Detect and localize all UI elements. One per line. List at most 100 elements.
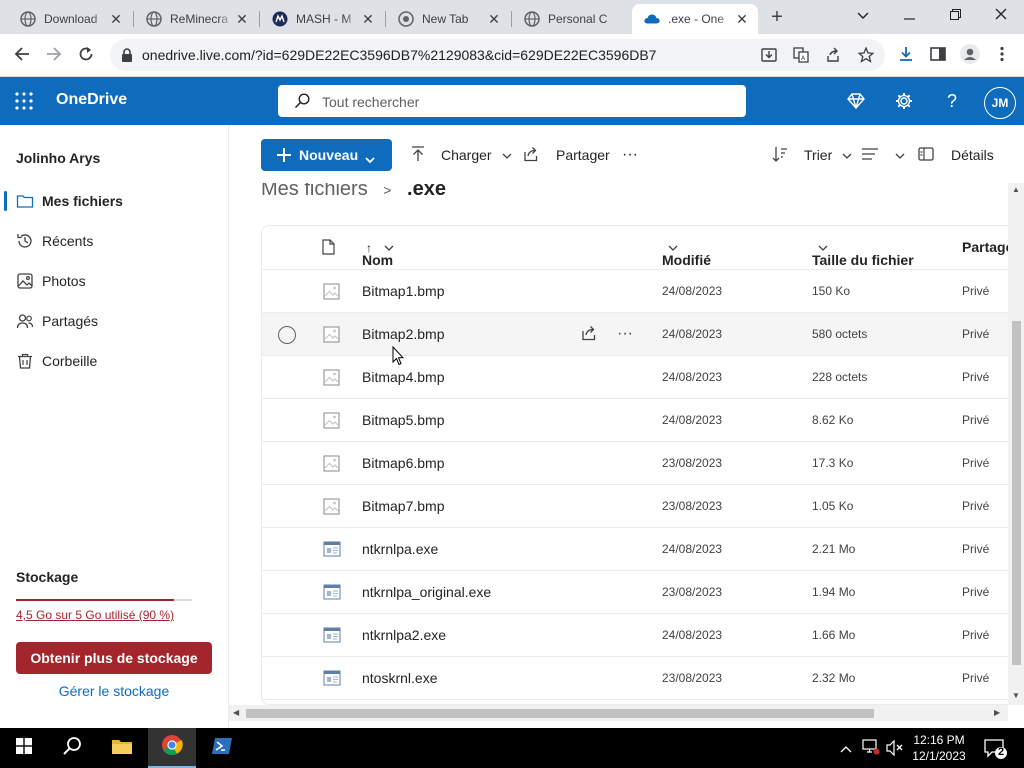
translate-icon[interactable]: A [793, 47, 809, 63]
close-window-button[interactable] [978, 0, 1024, 30]
app-launcher-icon[interactable] [12, 89, 36, 113]
table-row[interactable]: ntkrnlpa_original.exe 23/08/2023 1.94 Mo Pr… [262, 571, 1008, 614]
minimize-button[interactable] [886, 0, 932, 30]
file-name[interactable]: ntkrnlpa2.exe [362, 627, 446, 643]
share-button[interactable]: Partager [523, 139, 610, 171]
column-header-name[interactable]: Nom ↑ [362, 239, 394, 268]
close-icon[interactable]: ✕ [360, 11, 376, 27]
details-button[interactable]: Détails [918, 139, 994, 171]
table-row[interactable]: Bitmap1.bmp 24/08/2023 150 Ko Privé [262, 270, 1008, 313]
table-row[interactable]: Bitmap4.bmp 24/08/2023 228 octets Privé [262, 356, 1008, 399]
column-header-sharing[interactable]: Partage [962, 239, 1008, 255]
back-button[interactable] [6, 40, 38, 72]
vertical-scroll-thumb[interactable] [1012, 321, 1021, 665]
browser-tab-active[interactable]: .exe - One ✕ [632, 4, 758, 34]
close-icon[interactable]: ✕ [734, 11, 750, 27]
close-icon[interactable]: ✕ [486, 11, 502, 27]
install-app-icon[interactable] [761, 47, 777, 63]
taskbar-clock[interactable]: 12:16 PM 12/1/2023 [900, 732, 978, 764]
chevron-up-icon[interactable] [840, 740, 852, 758]
taskbar-powershell[interactable] [198, 728, 246, 768]
column-header-modified[interactable]: Modifié [662, 239, 711, 268]
file-type-header-icon[interactable] [322, 239, 335, 258]
scroll-up-arrow-icon[interactable]: ▲ [1012, 185, 1020, 194]
table-row[interactable]: ntkrnlpa.exe 24/08/2023 2.21 Mo Privé [262, 528, 1008, 571]
browser-menu-button[interactable] [986, 40, 1018, 72]
downloads-button[interactable] [890, 40, 922, 72]
lock-icon[interactable] [120, 47, 136, 63]
browser-tab[interactable]: ReMinecra ✕ [134, 4, 258, 34]
taskbar-chrome[interactable] [148, 728, 196, 768]
star-icon[interactable] [857, 46, 875, 63]
app-title[interactable]: OneDrive [56, 91, 127, 109]
row-select-checkbox[interactable] [278, 326, 296, 344]
more-commands-button[interactable]: ··· [622, 139, 638, 171]
file-name[interactable]: Bitmap4.bmp [362, 369, 444, 385]
table-row[interactable]: ntkrnlpa2.exe 24/08/2023 1.66 Mo Privé [262, 614, 1008, 657]
file-name[interactable]: Bitmap2.bmp [362, 326, 444, 342]
view-options-button[interactable] [861, 139, 913, 171]
table-row[interactable]: Bitmap6.bmp 23/08/2023 17.3 Ko Privé [262, 442, 1008, 485]
table-row[interactable]: Bitmap2.bmp ··· 24/08/2023 580 octets Privé [262, 313, 1008, 356]
new-tab-button[interactable]: + [766, 7, 788, 29]
globe-icon [146, 11, 162, 27]
get-more-storage-button[interactable]: Obtenir plus de stockage [16, 642, 212, 674]
breadcrumb-item[interactable]: Mes fichiers [261, 183, 368, 200]
sidebar-item-shared[interactable]: Partagés [0, 301, 228, 341]
file-name[interactable]: Bitmap6.bmp [362, 455, 444, 471]
vertical-scrollbar[interactable]: ▲ ▼ [1008, 183, 1024, 705]
forward-button[interactable] [38, 40, 70, 72]
column-header-size[interactable]: Taille du fichier [812, 239, 914, 268]
scroll-left-arrow-icon[interactable]: ◀ [233, 708, 239, 717]
tab-search-button[interactable] [840, 0, 886, 30]
file-name[interactable]: Bitmap1.bmp [362, 283, 444, 299]
horizontal-scrollbar[interactable]: ◀ ▶ [229, 705, 1008, 721]
start-button[interactable] [0, 728, 48, 768]
browser-tab[interactable]: MASH - M ✕ [260, 4, 384, 34]
network-icon[interactable] [862, 739, 880, 760]
browser-tab[interactable]: Personal C [512, 4, 632, 34]
file-name[interactable]: ntkrnlpa.exe [362, 541, 438, 557]
premium-diamond-icon[interactable] [844, 89, 868, 113]
browser-tab[interactable]: New Tab ✕ [386, 4, 510, 34]
browser-tab[interactable]: Download ✕ [8, 4, 132, 34]
manage-storage-link[interactable]: Gérer le stockage [0, 683, 228, 699]
restore-button[interactable] [932, 0, 978, 30]
upload-button[interactable]: Charger [411, 139, 520, 171]
profile-button[interactable] [954, 40, 986, 72]
scroll-right-arrow-icon[interactable]: ▶ [994, 708, 1000, 717]
file-name[interactable]: Bitmap7.bmp [362, 498, 444, 514]
avatar[interactable]: JM [984, 87, 1016, 119]
sort-button[interactable]: Trier [772, 139, 860, 171]
new-button[interactable]: Nouveau [261, 139, 392, 171]
taskbar-file-explorer[interactable] [98, 728, 146, 768]
help-icon[interactable]: ? [940, 89, 964, 113]
sidebar-item-my-files[interactable]: Mes fichiers [0, 181, 228, 221]
close-icon[interactable]: ✕ [108, 11, 124, 27]
close-icon[interactable]: ✕ [234, 11, 250, 27]
file-name[interactable]: Bitmap5.bmp [362, 412, 444, 428]
breadcrumb-current[interactable]: .exe [407, 183, 446, 200]
sidebar-item-photos[interactable]: Photos [0, 261, 228, 301]
table-row[interactable]: ntoskrnl.exe 23/08/2023 2.32 Mo Privé [262, 657, 1008, 700]
reload-button[interactable] [70, 40, 102, 72]
sidebar-item-recent[interactable]: Récents [0, 221, 228, 261]
file-name[interactable]: ntkrnlpa_original.exe [362, 584, 491, 600]
sidebar-item-recycle-bin[interactable]: Corbeille [0, 341, 228, 381]
storage-usage-link[interactable]: 4,5 Go sur 5 Go utilisé (90 %) [16, 608, 174, 622]
file-name[interactable]: ntoskrnl.exe [362, 670, 437, 686]
address-bar[interactable]: onedrive.live.com/?id=629DE22EC3596DB7%2… [110, 39, 885, 71]
search-input[interactable]: Tout rechercher [278, 85, 746, 117]
table-row[interactable]: Bitmap7.bmp 23/08/2023 1.05 Ko Privé [262, 485, 1008, 528]
horizontal-scroll-thumb[interactable] [246, 709, 874, 718]
taskbar-search-button[interactable] [48, 728, 96, 768]
settings-gear-icon[interactable] [892, 89, 916, 113]
share-icon[interactable] [825, 47, 841, 63]
scroll-down-arrow-icon[interactable]: ▼ [1012, 691, 1020, 700]
url-text[interactable]: onedrive.live.com/?id=629DE22EC3596DB7%2… [142, 47, 656, 63]
more-actions-icon[interactable]: ··· [617, 325, 633, 343]
side-panel-button[interactable] [922, 40, 954, 72]
table-row[interactable]: Bitmap5.bmp 24/08/2023 8.62 Ko Privé [262, 399, 1008, 442]
share-icon[interactable] [581, 325, 597, 344]
tab-title: New Tab [422, 12, 469, 26]
